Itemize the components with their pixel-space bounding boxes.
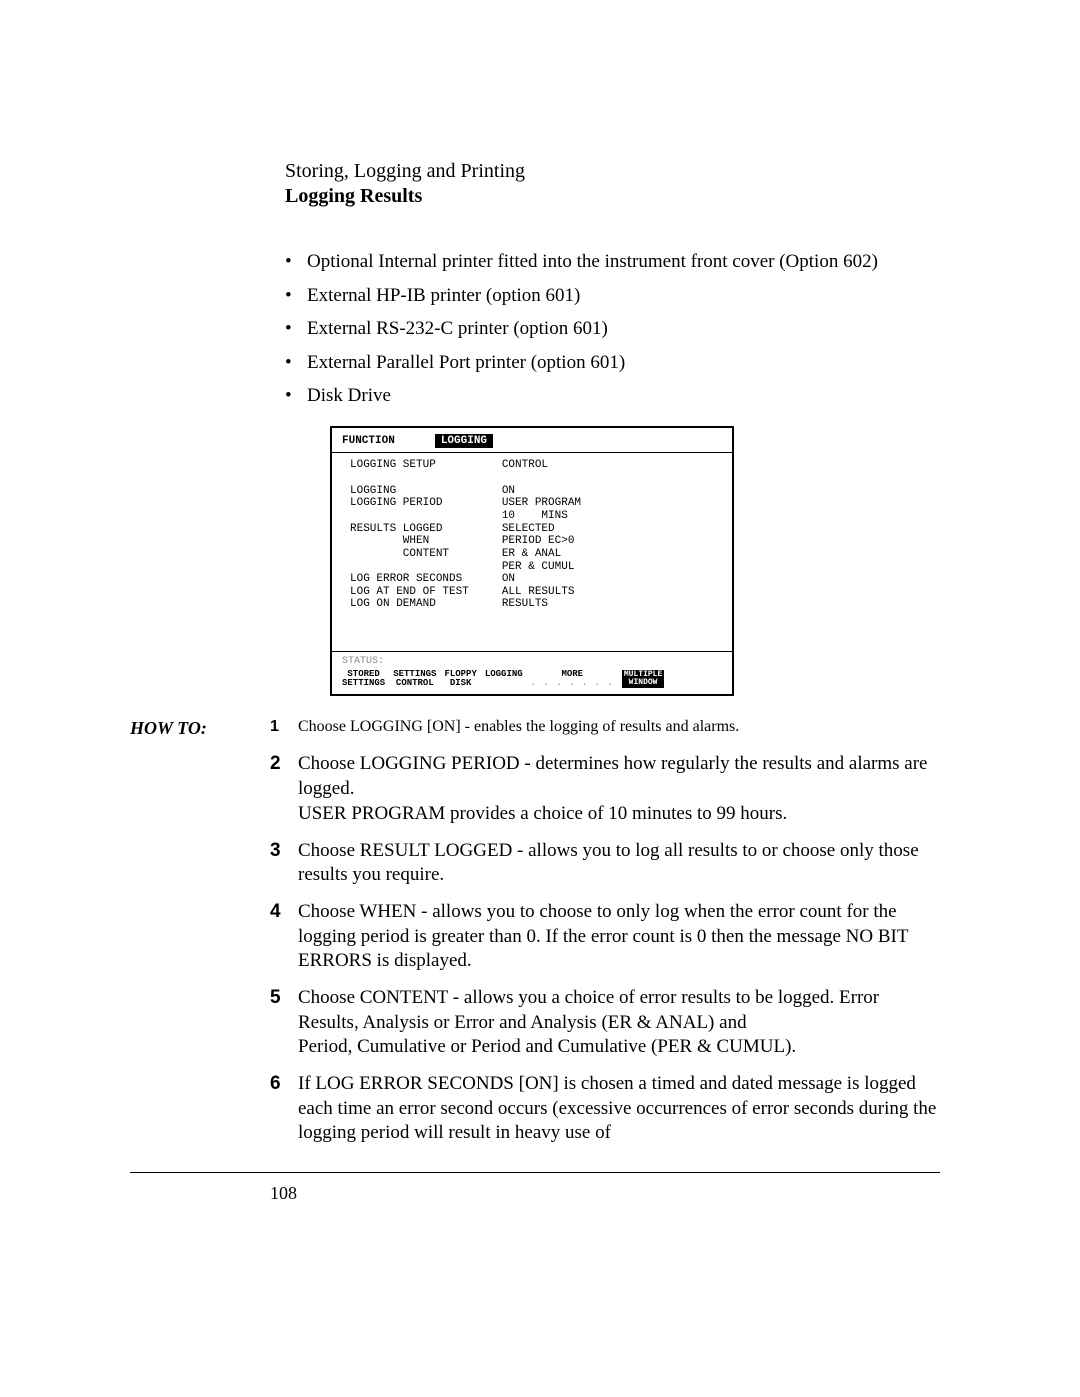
softkey-settings-control: SETTINGS CONTROL: [393, 670, 436, 689]
step-number: 5: [270, 986, 298, 1060]
step-item: 6 If LOG ERROR SECONDS [ON] is chosen a …: [270, 1072, 940, 1146]
step-number: 6: [270, 1072, 298, 1146]
step-text: Choose WHEN - allows you to choose to on…: [298, 900, 940, 974]
softkey-multiple-window: MULTIPLE WINDOW: [622, 670, 664, 688]
bullet-item: • External Parallel Port printer (option …: [285, 349, 940, 377]
bullet-text: External HP-IB printer (option 601): [307, 285, 580, 306]
bullet-dot-icon: •: [285, 382, 292, 410]
page-header: Storing, Logging and Printing Logging Re…: [285, 160, 940, 208]
instrument-screenshot: FUNCTION LOGGING LOGGING SETUP CONTROL L…: [330, 426, 734, 697]
bullet-text: Disk Drive: [307, 385, 391, 406]
howto-label: HOW TO:: [130, 718, 270, 739]
function-value-tag: LOGGING: [435, 434, 493, 449]
softkey-more: MORE . . . . . . .: [531, 670, 614, 689]
step-number: 1: [270, 718, 298, 736]
page-number: 108: [270, 1183, 940, 1204]
softkey-floppy-disk: FLOPPY DISK: [444, 670, 476, 689]
screenshot-body: LOGGING SETUP CONTROL LOGGING ON LOGGING…: [332, 453, 732, 651]
bullet-dot-icon: •: [285, 349, 292, 377]
step-item: 3 Choose RESULT LOGGED - allows you to l…: [270, 839, 940, 888]
step-number: 2: [270, 752, 298, 826]
howto-row: HOW TO: 1 Choose LOGGING [ON] - enables …: [130, 718, 940, 748]
step-text: Choose CONTENT - allows you a choice of …: [298, 986, 940, 1060]
bullet-dot-icon: •: [285, 282, 292, 310]
step-text: Choose RESULT LOGGED - allows you to log…: [298, 839, 940, 888]
bullet-text: External Parallel Port printer (option 6…: [307, 352, 625, 373]
softkey-stored-settings: STORED SETTINGS: [342, 670, 385, 689]
bullet-dot-icon: •: [285, 248, 292, 276]
steps-list: 2 Choose LOGGING PERIOD - determines how…: [270, 752, 940, 1146]
bullet-item: • Optional Internal printer fitted into t…: [285, 248, 940, 276]
header-title: Logging Results: [285, 185, 940, 208]
header-section: Storing, Logging and Printing: [285, 160, 940, 183]
step-text: Choose LOGGING PERIOD - determines how r…: [298, 752, 940, 826]
softkey-tabs: STORED SETTINGS SETTINGS CONTROL FLOPPY …: [342, 670, 722, 689]
step-text: Choose LOGGING [ON] - enables the loggin…: [298, 718, 940, 736]
bullet-dot-icon: •: [285, 315, 292, 343]
bullet-text: External RS-232-C printer (option 601): [307, 318, 608, 339]
bullet-item: • Disk Drive: [285, 382, 940, 410]
step-item: 5 Choose CONTENT - allows you a choice o…: [270, 986, 940, 1060]
step-number: 3: [270, 839, 298, 888]
bullet-item: • External HP-IB printer (option 601): [285, 282, 940, 310]
step-text: If LOG ERROR SECONDS [ON] is chosen a ti…: [298, 1072, 940, 1146]
status-label: STATUS:: [342, 656, 722, 668]
softkey-logging: LOGGING: [485, 670, 523, 689]
step-item: 4 Choose WHEN - allows you to choose to …: [270, 900, 940, 974]
screenshot-title-row: FUNCTION LOGGING: [332, 428, 732, 453]
bullet-list: • Optional Internal printer fitted into t…: [285, 248, 940, 410]
function-label: FUNCTION: [342, 435, 395, 448]
screenshot-footer: STATUS: STORED SETTINGS SETTINGS CONTROL…: [332, 652, 732, 694]
step-number: 4: [270, 900, 298, 974]
step-item: 1 Choose LOGGING [ON] - enables the logg…: [270, 718, 940, 736]
step-item: 2 Choose LOGGING PERIOD - determines how…: [270, 752, 940, 826]
bullet-text: Optional Internal printer fitted into th…: [307, 251, 878, 272]
bullet-item: • External RS-232-C printer (option 601): [285, 315, 940, 343]
horizontal-rule: [130, 1172, 940, 1173]
